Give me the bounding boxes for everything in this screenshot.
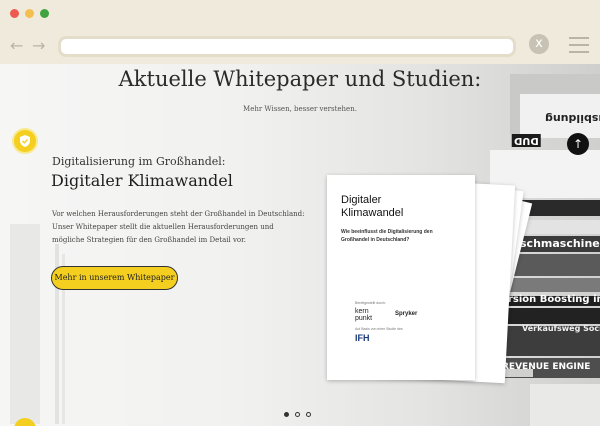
book-spine-4: rsion Boosting im Webshop xyxy=(508,294,600,305)
cover-study-note: Auf Basis von einer Studie des xyxy=(355,327,403,331)
cover-title-line1: Digitaler xyxy=(341,194,382,206)
cover-title-line2: Klimawandel xyxy=(341,207,404,219)
book-spine-6: REVENUE ENGINE xyxy=(502,362,591,372)
book-spine-2: DUD xyxy=(512,134,541,147)
book-spine-3: schmaschinen xyxy=(520,237,600,250)
carousel-dot-1[interactable] xyxy=(284,412,289,417)
cover-subtitle: Wie beeinflusst die Digitalisierung den … xyxy=(341,229,433,243)
cover-title: Digitaler Klimawandel xyxy=(341,194,403,220)
cover-byline: Bereitgestellt durch: xyxy=(355,301,386,305)
window-controls xyxy=(10,9,49,18)
article-body: Vor welchen Herausforderungen steht der … xyxy=(52,210,305,244)
book-spine-5: Verkaufsweg Social Commerce xyxy=(522,324,600,333)
minimize-window-dot[interactable] xyxy=(25,9,34,18)
page: Ausbildung DUD schmaschinen rsion Boosti… xyxy=(0,64,600,426)
carousel-dot-2[interactable] xyxy=(295,412,300,417)
book-spine-1: Ausbildung xyxy=(545,112,600,125)
arrow-right-icon[interactable]: → xyxy=(32,36,45,55)
article-title: Digitaler Klimawandel xyxy=(51,171,233,190)
close-window-dot[interactable] xyxy=(10,9,19,18)
maximize-window-dot[interactable] xyxy=(40,9,49,18)
spryker-logo: Spryker xyxy=(395,311,418,317)
hamburger-icon[interactable] xyxy=(569,37,589,58)
whitepaper-cover[interactable]: Digitaler Klimawandel Wie beeinflusst di… xyxy=(327,175,475,380)
carousel-indicators xyxy=(284,412,311,417)
page-heading: Aktuelle Whitepaper und Studien: xyxy=(118,67,482,91)
page-subheading: Mehr Wissen, besser verstehen. xyxy=(243,105,357,113)
browser-chrome: ← → x xyxy=(0,0,600,64)
ifh-logo: IFH xyxy=(355,333,370,343)
address-bar[interactable] xyxy=(58,36,516,57)
carousel-dot-3[interactable] xyxy=(306,412,311,417)
close-icon[interactable]: x xyxy=(529,34,549,54)
kernpunkt-logo: kern punkt xyxy=(355,308,373,322)
whitepaper-button[interactable]: Mehr in unserem Whitepaper xyxy=(51,266,178,290)
arrow-left-icon[interactable]: ← xyxy=(10,36,23,55)
scroll-to-top-button[interactable]: ↑ xyxy=(567,133,589,155)
shield-check-icon[interactable] xyxy=(14,130,36,152)
article-kicker: Digitalisierung im Großhandel: xyxy=(52,155,226,168)
